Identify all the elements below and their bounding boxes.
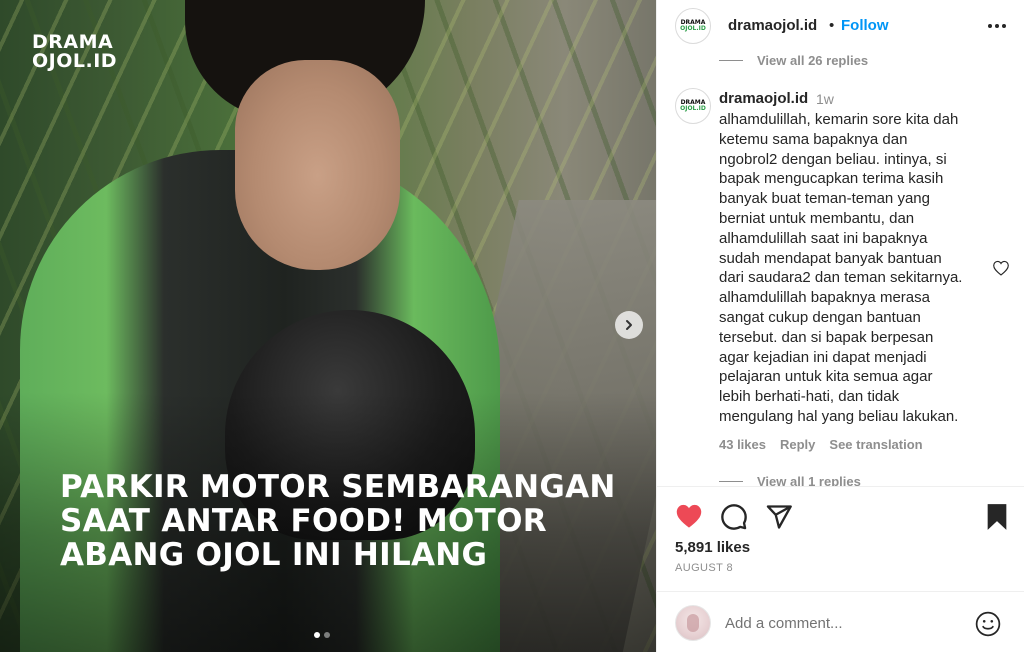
more-options-button[interactable]: [985, 16, 1009, 36]
comment-line: lebih berhati-hati, dan tidak: [719, 388, 900, 406]
save-button[interactable]: [985, 503, 1009, 536]
comment-line: bapak mengucapkan terima kasih: [719, 170, 944, 188]
post-media[interactable]: DRAMA OJOL.ID PARKIR MOTOR SEMBARANGAN S…: [0, 0, 656, 652]
comment-like-button[interactable]: [992, 260, 1010, 281]
post-header: DRAMA OJOL.ID dramaojol.id • Follow: [657, 0, 1024, 52]
comment-line: alhamdulillah, kemarin sore kita dah: [719, 111, 959, 128]
comment-line: banyak buat teman-teman yang: [719, 190, 930, 208]
comment-icon: [721, 504, 747, 530]
reply-thread-line: [719, 481, 743, 482]
comment-line: dari saudara2 dan teman sekitarnya.: [719, 269, 963, 287]
bookmark-filled-icon: [987, 504, 1007, 530]
add-comment-input[interactable]: [725, 611, 955, 635]
avatar-text-line2: OJOL.ID: [680, 25, 706, 32]
comment-line: sudah mendapat banyak bantuan: [719, 249, 942, 267]
comment-likes[interactable]: 43 likes: [719, 437, 766, 452]
like-button[interactable]: [675, 503, 703, 534]
current-user-avatar: [675, 605, 711, 641]
comment-line: agar kejadian ini dapat menjadi: [719, 348, 927, 366]
author-avatar[interactable]: DRAMA OJOL.ID: [675, 8, 711, 44]
brand-watermark: DRAMA OJOL.ID: [32, 33, 117, 71]
headline-line: PARKIR MOTOR SEMBARANGAN: [60, 469, 616, 505]
comment-meta: 43 likes Reply See translation: [719, 437, 923, 452]
comments-list[interactable]: View all 26 replies DRAMA OJOL.ID dramao…: [657, 52, 1024, 486]
comment-line: pelajaran untuk kita semua agar: [719, 368, 933, 386]
post-date[interactable]: AUGUST 8: [675, 562, 733, 574]
carousel-dot-active: [314, 632, 320, 638]
heart-outline-icon: [993, 260, 1009, 276]
send-icon: [766, 505, 792, 529]
comment-line: mengulang hal yang beliau lakukan.: [719, 407, 959, 425]
view-replies-top[interactable]: View all 26 replies: [719, 53, 868, 68]
comment-line: tersebut. dan si bapak berpesan: [719, 328, 934, 346]
post-side-panel: DRAMA OJOL.ID dramaojol.id • Follow View…: [656, 0, 1024, 652]
comment-line: sangat cukup dengan bantuan: [719, 308, 921, 326]
comment-line: alhamdulillah bapaknya merasa: [719, 289, 930, 307]
post-actions: 5,891 likes AUGUST 8: [657, 486, 1024, 652]
author-username[interactable]: dramaojol.id: [728, 17, 817, 34]
comment-avatar[interactable]: DRAMA OJOL.ID: [675, 88, 711, 124]
heart-filled-icon: [676, 504, 702, 528]
headline-line: ABANG OJOL INI HILANG: [60, 537, 488, 573]
comment-line: alhamdulillah saat ini bapaknya: [719, 229, 928, 247]
emoji-icon: [975, 611, 1001, 637]
avatar-text-line2: OJOL.ID: [680, 105, 706, 112]
reply-thread-line: [719, 60, 743, 61]
carousel-dot: [324, 632, 330, 638]
emoji-button[interactable]: [975, 611, 1001, 642]
headline-line: SAAT ANTAR FOOD! MOTOR: [60, 503, 547, 539]
header-separator: •: [829, 17, 835, 34]
comment-timestamp[interactable]: 1w: [816, 91, 834, 107]
reply-button[interactable]: Reply: [780, 437, 815, 452]
comment-username[interactable]: dramaojol.id: [719, 90, 808, 107]
share-button[interactable]: [765, 503, 793, 536]
view-replies-link[interactable]: View all 26 replies: [757, 53, 868, 68]
more-horizontal-icon: [988, 24, 992, 28]
brand-watermark-line2: OJOL.ID: [32, 50, 118, 72]
comment-line: ketemu sama bapaknya dan: [719, 130, 908, 148]
comment-button[interactable]: [720, 503, 748, 536]
media-headline: PARKIR MOTOR SEMBARANGAN SAAT ANTAR FOOD…: [60, 470, 620, 572]
view-replies-link[interactable]: View all 1 replies: [757, 474, 861, 486]
comment-line: ngobrol2 dengan beliau. intinya, si: [719, 150, 947, 168]
view-replies-bottom[interactable]: View all 1 replies: [719, 474, 861, 486]
likes-count[interactable]: 5,891 likes: [675, 539, 750, 556]
comment-line: berniat untuk membantu, dan: [719, 209, 915, 227]
add-comment-section: [657, 591, 1024, 652]
carousel-indicator: [314, 632, 330, 638]
carousel-next-button[interactable]: [615, 311, 643, 339]
see-translation-link[interactable]: See translation: [829, 437, 922, 452]
chevron-right-icon: [626, 320, 632, 330]
rider-face: [235, 60, 400, 270]
comment-text: alhamdulillah, kemarin sore kita dah ket…: [719, 110, 989, 427]
follow-button[interactable]: Follow: [841, 17, 889, 34]
